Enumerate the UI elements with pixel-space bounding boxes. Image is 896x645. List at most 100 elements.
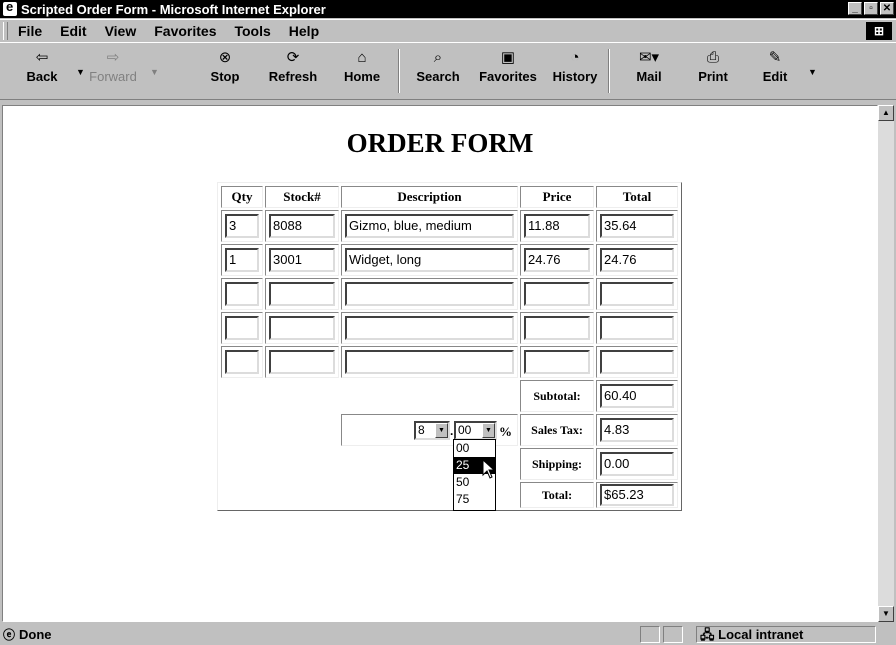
price-input[interactable]: 11.88 <box>524 214 590 238</box>
favorites-button[interactable]: ▣ Favorites <box>472 47 544 95</box>
description-input[interactable] <box>345 282 514 306</box>
table-cell: 3 <box>221 210 263 242</box>
table-cell: 11.88 <box>520 210 594 242</box>
table-cell: 0.00 <box>596 448 678 480</box>
stock-input[interactable]: 8088 <box>269 214 335 238</box>
total-input[interactable] <box>600 316 674 340</box>
header-qty: Qty <box>221 186 263 208</box>
stop-button[interactable]: ⊗ Stop <box>202 47 248 95</box>
window-title: Scripted Order Form - Microsoft Internet… <box>21 1 326 17</box>
sales-tax-field[interactable]: 4.83 <box>600 418 674 442</box>
menu-grip <box>3 22 8 40</box>
print-button[interactable]: ⎙ Print <box>690 47 736 95</box>
edit-icon: ✎ <box>768 49 782 66</box>
security-zone-panel: 🖧 Local intranet <box>696 626 876 643</box>
price-input[interactable] <box>524 282 590 306</box>
table-cell: Widget, long <box>341 244 518 276</box>
qty-input[interactable] <box>225 282 259 306</box>
total-input[interactable] <box>600 350 674 374</box>
maximize-button[interactable]: ▫ <box>864 2 878 15</box>
price-input[interactable] <box>524 316 590 340</box>
price-input[interactable] <box>524 350 590 374</box>
menu-edit[interactable]: Edit <box>60 23 86 39</box>
description-input[interactable]: Gizmo, blue, medium <box>345 214 514 238</box>
tax-decimal-select[interactable]: 00 ▼ <box>454 421 497 440</box>
forward-dropdown-icon[interactable]: ▼ <box>150 67 159 77</box>
order-table: Qty Stock# Description Price Total 3 808… <box>217 182 682 511</box>
toolbar: ⇦ Back ▼ ⇨ Forward ▼ ⊗ Stop ⟳ Refresh ⌂ … <box>0 42 896 100</box>
menu-tools[interactable]: Tools <box>234 23 270 39</box>
table-cell <box>596 312 678 344</box>
shipping-field[interactable]: 0.00 <box>600 452 674 476</box>
vertical-scrollbar[interactable]: ▲ ▼ <box>878 105 894 622</box>
table-cell <box>265 278 339 310</box>
table-cell: Gizmo, blue, medium <box>341 210 518 242</box>
history-button[interactable]: ◔ History <box>548 47 602 95</box>
search-button[interactable]: ⌕ Search <box>408 47 468 95</box>
chevron-down-icon[interactable]: ▼ <box>435 423 448 438</box>
dropdown-option[interactable]: 00 <box>454 440 495 457</box>
table-cell <box>221 346 263 378</box>
subtotal-field[interactable]: 60.40 <box>600 384 674 408</box>
edit-dropdown-icon[interactable]: ▼ <box>808 67 817 77</box>
history-icon: ◔ <box>570 49 580 66</box>
tax-whole-select[interactable]: 8 ▼ <box>414 421 450 440</box>
stock-input[interactable] <box>269 282 335 306</box>
description-input[interactable]: Widget, long <box>345 248 514 272</box>
ie-logo-icon <box>3 0 17 16</box>
forward-button[interactable]: ⇨ Forward <box>80 47 146 95</box>
subtotal-label: Subtotal: <box>520 380 594 412</box>
table-cell <box>596 278 678 310</box>
header-total: Total <box>596 186 678 208</box>
status-bar: ⓔ Done 🖧 Local intranet <box>0 624 896 645</box>
price-input[interactable]: 24.76 <box>524 248 590 272</box>
stock-input[interactable] <box>269 316 335 340</box>
qty-input[interactable]: 3 <box>225 214 259 238</box>
table-cell: 35.64 <box>596 210 678 242</box>
dropdown-option[interactable]: 75 <box>454 491 495 508</box>
chevron-down-icon[interactable]: ▼ <box>482 423 495 438</box>
menu-view[interactable]: View <box>105 23 137 39</box>
grand-total-label: Total: <box>520 482 594 508</box>
total-input[interactable]: 24.76 <box>600 248 674 272</box>
mouse-cursor-icon <box>482 459 496 479</box>
home-button[interactable]: ⌂ Home <box>338 47 386 95</box>
stop-icon: ⊗ <box>218 49 232 66</box>
close-button[interactable]: ✕ <box>880 2 894 15</box>
header-price: Price <box>520 186 594 208</box>
sales-tax-label: Sales Tax: <box>520 414 594 446</box>
window-controls: _ ▫ ✕ <box>848 2 894 15</box>
table-cell <box>341 312 518 344</box>
page-viewport: ORDER FORM Qty Stock# Description Price … <box>2 105 878 622</box>
description-input[interactable] <box>345 350 514 374</box>
description-input[interactable] <box>345 316 514 340</box>
minimize-button[interactable]: _ <box>848 2 862 15</box>
header-description: Description <box>341 186 518 208</box>
menu-help[interactable]: Help <box>289 23 319 39</box>
back-button[interactable]: ⇦ Back <box>14 47 70 95</box>
table-cell <box>221 312 263 344</box>
mail-button[interactable]: ✉▾ Mail <box>624 47 674 95</box>
stock-input[interactable]: 3001 <box>269 248 335 272</box>
qty-input[interactable] <box>225 350 259 374</box>
table-cell <box>341 346 518 378</box>
menu-favorites[interactable]: Favorites <box>154 23 216 39</box>
scroll-down-button[interactable]: ▼ <box>878 606 894 622</box>
table-cell: 3001 <box>265 244 339 276</box>
total-input[interactable] <box>600 282 674 306</box>
shipping-label: Shipping: <box>520 448 594 480</box>
table-cell <box>221 278 263 310</box>
toolbar-separator <box>608 49 610 93</box>
qty-input[interactable] <box>225 316 259 340</box>
status-panel <box>640 626 660 643</box>
edit-button[interactable]: ✎ Edit <box>752 47 798 95</box>
search-icon: ⌕ <box>433 49 443 66</box>
table-cell: 1 <box>221 244 263 276</box>
grand-total-field[interactable]: $65.23 <box>600 484 674 506</box>
qty-input[interactable]: 1 <box>225 248 259 272</box>
total-input[interactable]: 35.64 <box>600 214 674 238</box>
stock-input[interactable] <box>269 350 335 374</box>
scroll-up-button[interactable]: ▲ <box>878 105 894 121</box>
menu-file[interactable]: File <box>18 23 42 39</box>
refresh-button[interactable]: ⟳ Refresh <box>262 47 324 95</box>
